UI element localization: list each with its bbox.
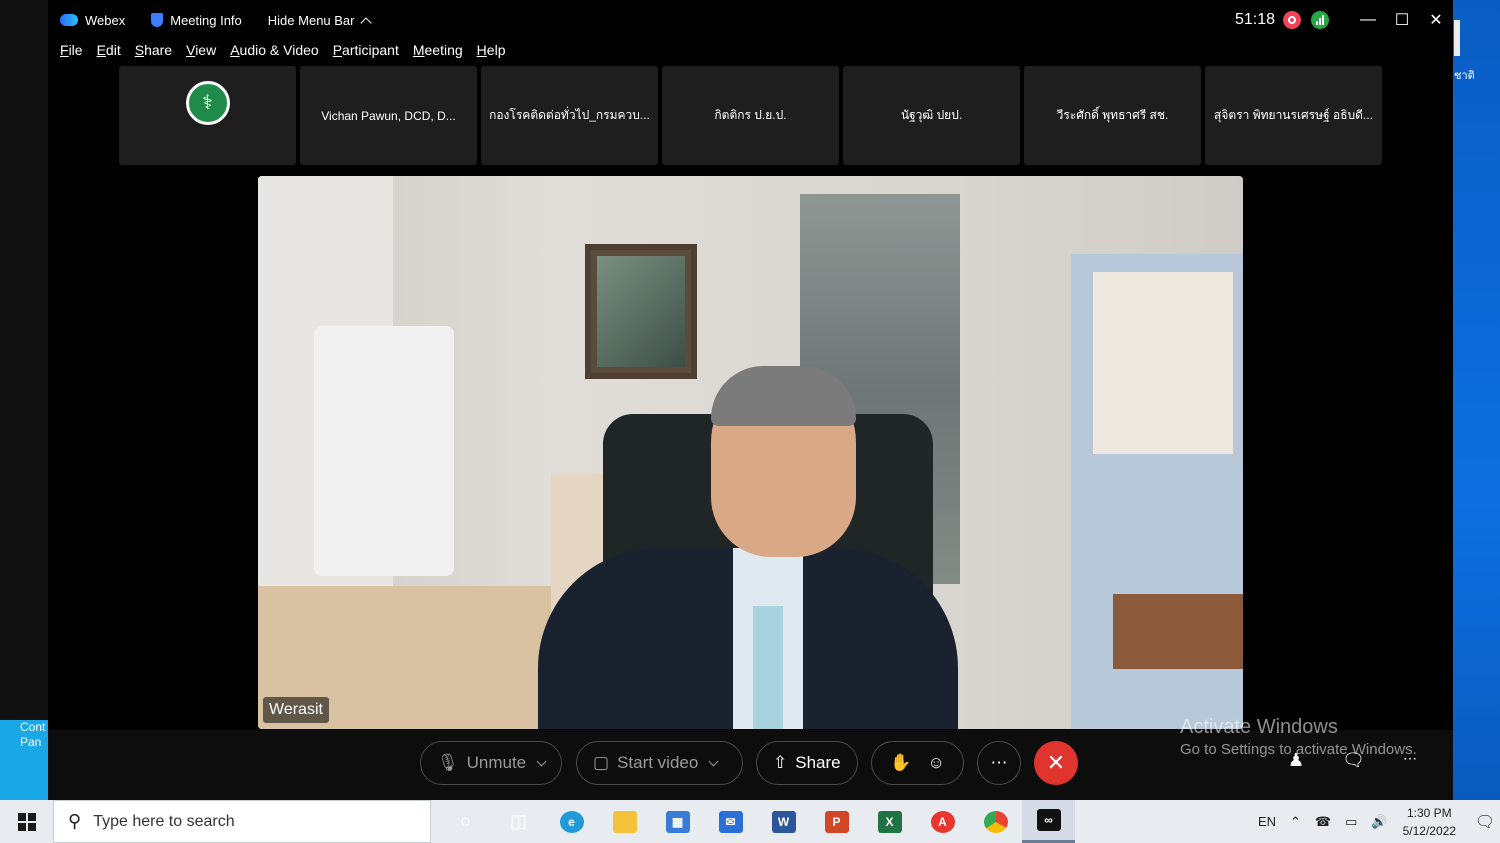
- shield-icon: [151, 13, 164, 27]
- search-placeholder: Type here to search: [93, 812, 235, 830]
- video-off-icon: ▢: [593, 753, 610, 772]
- raise-hand-icon[interactable]: ✋: [890, 753, 911, 773]
- chrome-icon[interactable]: [969, 800, 1022, 843]
- clock-time: 1:30 PM: [1406, 805, 1452, 820]
- active-speaker-video[interactable]: Werasit: [258, 176, 1243, 729]
- chevron-up-icon: [359, 16, 372, 29]
- chat-icon[interactable]: 🗨: [1342, 750, 1365, 771]
- desktop-left-region: [0, 0, 48, 720]
- chevron-down-icon[interactable]: [536, 756, 547, 766]
- start-button[interactable]: [0, 800, 53, 843]
- mic-off-icon: 🎙: [437, 753, 459, 772]
- participant-tile[interactable]: สุจิตรา พิทยานรเศรษฐ์ อธิบดี...: [1205, 66, 1382, 165]
- meeting-info-button[interactable]: Meeting Info: [151, 13, 242, 28]
- participant-strip: ⚕ Vichan Pawun, DCD, D... กองโรคติดต่อทั…: [119, 66, 1382, 165]
- share-button[interactable]: ⇧ Share: [756, 741, 858, 785]
- menu-participant[interactable]: Participant: [333, 42, 399, 64]
- meet-now-icon[interactable]: ☎: [1315, 814, 1331, 830]
- language-indicator[interactable]: EN: [1258, 814, 1276, 829]
- chevron-up-icon[interactable]: ⌃: [1290, 814, 1301, 830]
- desktop-icon[interactable]: [1454, 20, 1460, 56]
- participant-tile[interactable]: วีระศักดิ์ พุทธาศรี สช.: [1024, 66, 1201, 165]
- ddc-logo-icon: ⚕: [185, 80, 230, 125]
- more-panel-icon[interactable]: ⋯: [1403, 750, 1417, 771]
- more-options-button[interactable]: ⋯: [977, 741, 1021, 785]
- volume-icon[interactable]: 🔊: [1371, 814, 1387, 830]
- wall-painting: [585, 244, 697, 379]
- desktop-icon-label: ชาติ: [1454, 70, 1475, 82]
- menu-audio-video[interactable]: Audio & Video: [230, 42, 318, 64]
- menu-bar: File Edit Share View Audio & Video Parti…: [48, 42, 507, 64]
- windows-logo-icon: [17, 812, 36, 831]
- cortana-icon[interactable]: ○: [439, 800, 492, 843]
- hide-menu-bar-label: Hide Menu Bar: [267, 12, 355, 28]
- end-call-button[interactable]: ✕: [1034, 741, 1078, 785]
- menu-file[interactable]: File: [60, 42, 83, 64]
- search-icon: ⚲: [68, 811, 82, 831]
- control-panel-shortcut[interactable]: Cont Pan: [0, 720, 48, 800]
- webex-window: Webex Meeting Info Hide Menu Bar 51:18 —…: [48, 0, 1453, 800]
- network-icon[interactable]: ▭: [1345, 814, 1357, 830]
- unmute-button[interactable]: 🎙 Unmute: [420, 741, 562, 785]
- edge-icon[interactable]: e: [545, 800, 598, 843]
- webex-taskbar-icon[interactable]: ∞: [1022, 800, 1075, 843]
- share-label: Share: [795, 753, 841, 772]
- store-icon[interactable]: ▦: [651, 800, 704, 843]
- file-explorer-icon[interactable]: [598, 800, 651, 843]
- clock-date: 5/12/2022: [1402, 823, 1456, 838]
- network-signal-icon[interactable]: [1311, 11, 1329, 29]
- webex-logo-icon: [60, 14, 78, 26]
- unmute-label: Unmute: [466, 753, 527, 772]
- participant-tile[interactable]: นัฐวุฒิ ปยป.: [843, 66, 1020, 165]
- word-icon[interactable]: W: [757, 800, 810, 843]
- webex-app-button[interactable]: Webex: [60, 13, 125, 28]
- control-panel-label: Cont Pan: [20, 720, 46, 749]
- chevron-down-icon[interactable]: [708, 756, 719, 766]
- menu-edit[interactable]: Edit: [97, 42, 121, 64]
- recording-icon[interactable]: [1283, 11, 1301, 29]
- powerpoint-icon[interactable]: P: [810, 800, 863, 843]
- participant-tile[interactable]: กิตติกร ป.ย.ป.: [662, 66, 839, 165]
- taskbar-search[interactable]: ⚲ Type here to search: [53, 800, 431, 843]
- system-tray: EN ⌃ ☎ ▭ 🔊 1:30 PM 5/12/2022 🗨: [1251, 800, 1500, 843]
- taskbar-apps: ○ ◫ e ▦ ✉ W P X A ∞: [439, 800, 1075, 843]
- task-view-icon[interactable]: ◫: [492, 800, 545, 843]
- participants-icon[interactable]: ♟: [1288, 750, 1304, 771]
- menu-view[interactable]: View: [186, 42, 216, 64]
- speaker-hair: [711, 366, 856, 426]
- speaker-name-tag: Werasit: [263, 697, 329, 723]
- excel-icon[interactable]: X: [863, 800, 916, 843]
- taskbar-clock[interactable]: 1:30 PM 5/12/2022: [1403, 804, 1456, 840]
- meeting-timer: 51:18: [1234, 11, 1275, 28]
- adobe-reader-icon[interactable]: A: [916, 800, 969, 843]
- reactions-group: ✋ ☺: [871, 741, 964, 785]
- participant-tile-logo[interactable]: ⚕: [119, 66, 296, 165]
- side-controls: ♟ 🗨 ⋯: [1288, 750, 1417, 771]
- app-name: Webex: [85, 12, 126, 28]
- mail-icon[interactable]: ✉: [704, 800, 757, 843]
- reaction-icon[interactable]: ☺: [928, 753, 945, 773]
- start-video-label: Start video: [617, 753, 699, 772]
- minimize-button[interactable]: —: [1351, 2, 1385, 38]
- menu-share[interactable]: Share: [135, 42, 172, 64]
- start-video-button[interactable]: ▢ Start video: [576, 741, 743, 785]
- participant-tile[interactable]: Vichan Pawun, DCD, D...: [300, 66, 477, 165]
- title-bar: Webex Meeting Info Hide Menu Bar 51:18 —…: [48, 0, 1453, 40]
- notification-icon[interactable]: 🗨: [1470, 800, 1500, 843]
- hide-menu-bar-button[interactable]: Hide Menu Bar: [267, 12, 372, 29]
- close-window-button[interactable]: ✕: [1419, 2, 1453, 38]
- curtain: [1093, 272, 1233, 454]
- share-icon: ⇧: [773, 753, 788, 772]
- speaker-tie: [753, 606, 783, 729]
- air-purifier: [314, 326, 454, 576]
- maximize-button[interactable]: ☐: [1385, 2, 1419, 38]
- activate-title: Activate Windows: [1180, 716, 1338, 738]
- close-icon: ✕: [1046, 750, 1066, 775]
- meeting-info-label: Meeting Info: [170, 12, 242, 28]
- menu-meeting[interactable]: Meeting: [413, 42, 463, 64]
- menu-help[interactable]: Help: [477, 42, 506, 64]
- more-icon: ⋯: [990, 753, 1008, 772]
- tissue-box: [1113, 594, 1243, 669]
- participant-tile[interactable]: กองโรคติดต่อทั่วไป_กรมควบ...: [481, 66, 658, 165]
